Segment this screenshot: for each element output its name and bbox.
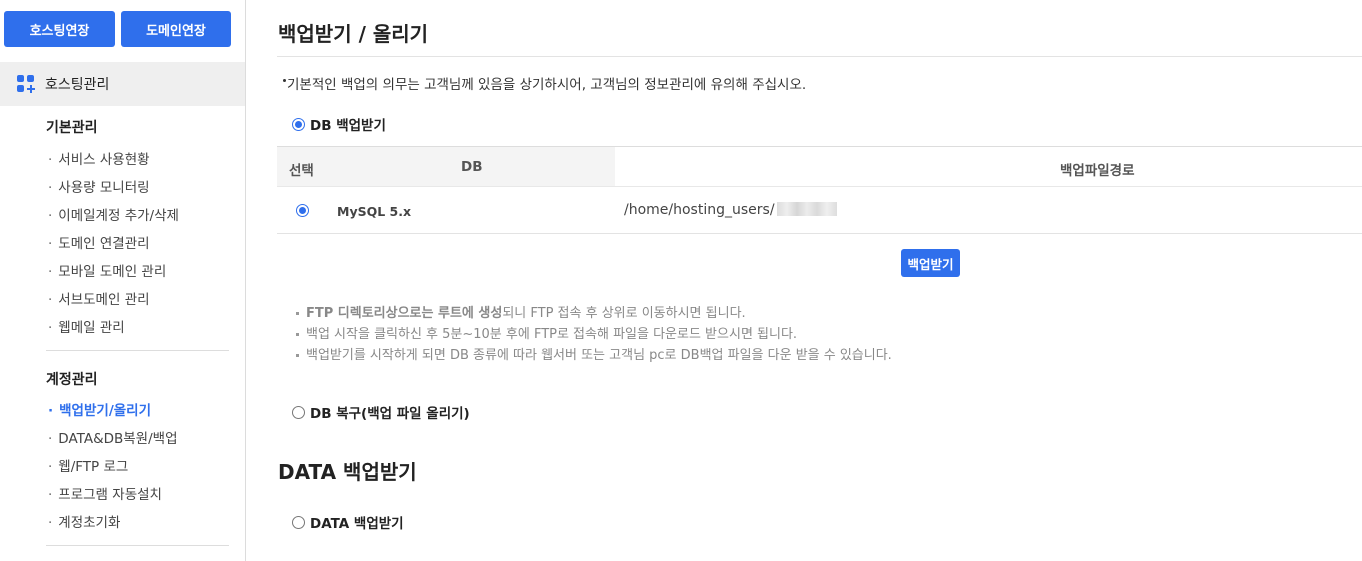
col-db: DB [461,159,483,175]
radio-unselected-icon[interactable] [292,515,305,529]
note-item: 백업받기를 시작하게 되면 DB 종류에 따라 웹서버 또는 고객님 pc로 D… [293,345,892,366]
sidebar-item-account-reset[interactable]: · 계정초기화 [48,511,120,531]
sidebar-item-subdomain[interactable]: · 서브도메인 관리 [48,288,150,308]
section-label: 호스팅관리 [45,77,110,93]
radio-selected-icon[interactable] [292,117,305,131]
title-divider [277,56,1362,57]
sidebar-item-email-accounts[interactable]: · 이메일계정 추가/삭제 [48,204,179,224]
backup-notes: FTP 디렉토리상으로는 루트에 생성되니 FTP 접속 후 상위로 이동하시면… [293,303,892,366]
sidebar-item-usage-monitoring[interactable]: · 사용량 모니터링 [48,176,150,196]
col-backup-path: 백업파일경로 [1060,163,1135,179]
db-restore-option[interactable]: DB 복구(백업 파일 올리기) [292,402,470,422]
note-item: 백업 시작을 클릭하신 후 5분~10분 후에 FTP로 접속해 파일을 다운로… [293,324,892,345]
sidebar-item-webmail[interactable]: · 웹메일 관리 [48,316,125,336]
data-backup-option[interactable]: DATA 백업받기 [292,512,404,532]
table-row: MySQL 5.x /home/hosting_users/ [277,186,1362,234]
radio-unselected-icon[interactable] [292,405,305,419]
group-title-basic: 기본관리 [46,120,98,136]
redacted-path-segment [776,202,837,216]
note-item: FTP 디렉토리상으로는 루트에 생성되니 FTP 접속 후 상위로 이동하시면… [293,303,892,324]
sidebar-item-mobile-domain[interactable]: · 모바일 도메인 관리 [48,260,166,280]
sidebar-item-auto-install[interactable]: · 프로그램 자동설치 [48,483,162,503]
data-backup-section-title: DATA 백업받기 [278,460,417,484]
row-radio-icon[interactable] [296,204,309,217]
group-title-account: 계정관리 [46,372,98,388]
sidebar-divider [46,545,229,546]
bullet-icon [283,79,286,82]
grid-plus-icon [17,75,35,93]
col-select: 선택 [289,163,314,179]
sidebar-divider [46,350,229,351]
notice-text: 기본적인 백업의 의무는 고객님께 있음을 상기하시어, 고객님의 정보관리에 … [283,73,806,93]
page-title: 백업받기 / 올리기 [278,22,429,46]
backup-path: /home/hosting_users/ [624,202,837,218]
sidebar: 호스팅연장 도메인연장 호스팅관리 기본관리 · 서비스 사용현황 · 사용량 모니… [0,0,246,561]
domain-extend-button[interactable]: 도메인연장 [121,11,231,47]
db-backup-option[interactable]: DB 백업받기 [292,114,386,134]
sidebar-item-backup-upload[interactable]: · 백업받기/올리기 [48,399,151,419]
sidebar-item-data-db-restore[interactable]: · DATA&DB복원/백업 [48,427,178,447]
hosting-management-header[interactable]: 호스팅관리 [0,62,245,106]
sidebar-item-web-ftp-log[interactable]: · 웹/FTP 로그 [48,455,128,475]
table-header: 선택 DB 백업파일경로 [277,146,1362,186]
sidebar-item-service-usage[interactable]: · 서비스 사용현황 [48,148,150,168]
sidebar-item-domain-connect[interactable]: · 도메인 연결관리 [48,232,150,252]
db-name: MySQL 5.x [337,204,412,219]
backup-button[interactable]: 백업받기 [901,249,960,277]
hosting-extend-button[interactable]: 호스팅연장 [4,11,115,47]
main-content: 백업받기 / 올리기 기본적인 백업의 의무는 고객님께 있음을 상기하시어, … [247,0,1362,561]
backup-table: 선택 DB 백업파일경로 MySQL 5.x /home/hosting_use… [277,146,1362,234]
